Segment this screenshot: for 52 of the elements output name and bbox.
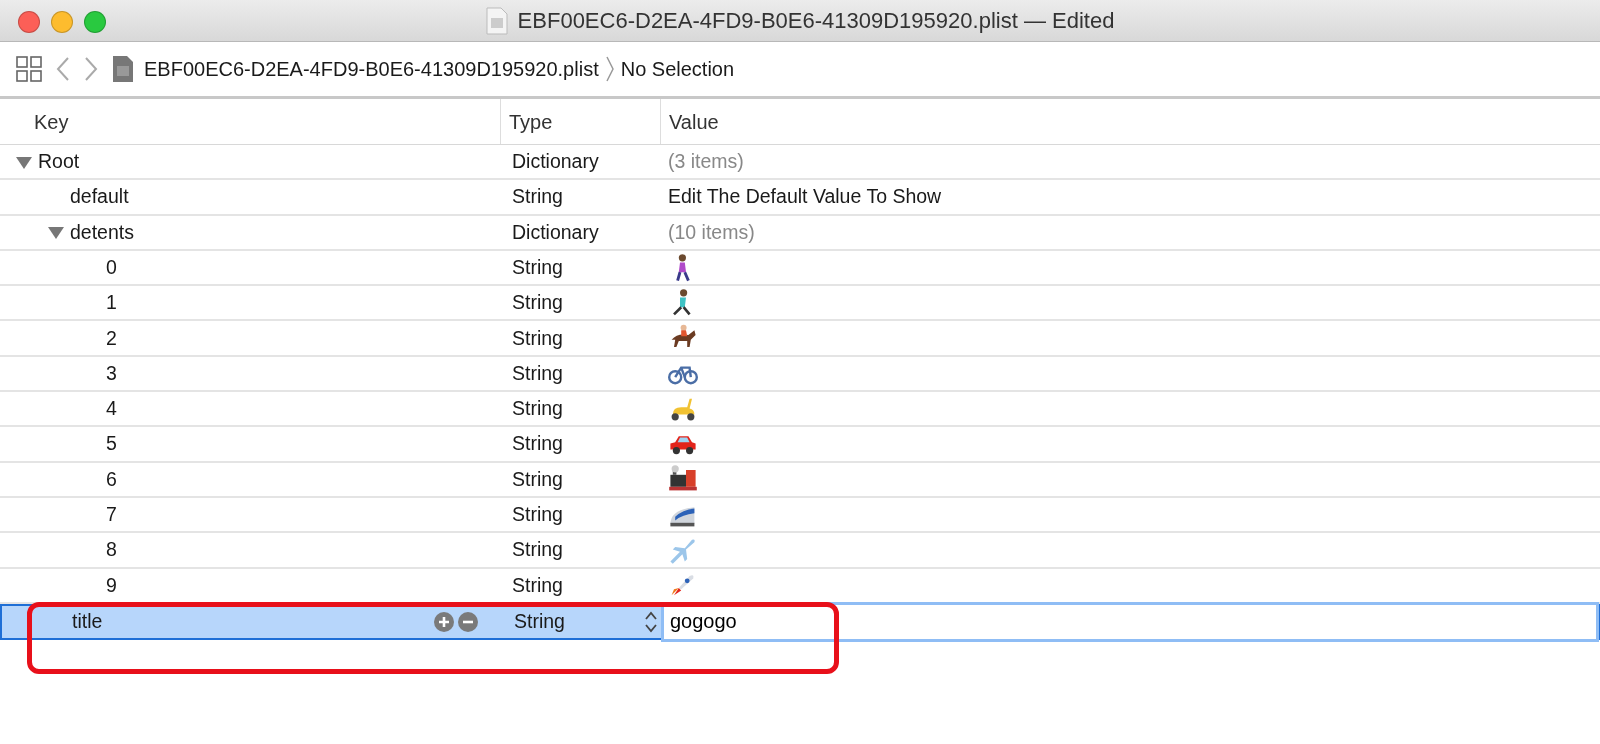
breadcrumb-item[interactable]: EBF00EC6-D2EA-4FD9-B0E6-41309D195920.plist [144,54,599,84]
value-cell-text: (3 items) [668,149,744,174]
zoom-button[interactable] [84,11,106,33]
type-cell-text: Dictionary [512,219,599,245]
selected-row[interactable]: title String gogogo [0,603,1600,640]
add-icon[interactable] [434,611,454,632]
column-header[interactable]: Key [34,106,69,137]
type-cell-text: String [512,325,563,351]
back-icon[interactable] [56,56,70,82]
type-cell-text: Dictionary [512,149,599,174]
key-cell-text: 3 [106,360,117,386]
value-cell-text: (10 items) [668,219,755,245]
type-cell-text: String [512,466,563,492]
key-cell-text: 7 [106,502,117,527]
key-cell-text: default [70,184,129,210]
key-cell-text: 0 [106,254,117,280]
type-cell-text: String [514,609,565,635]
type-cell-text: String [512,290,563,316]
forward-icon[interactable] [84,56,98,82]
close-button[interactable] [18,11,40,33]
type-cell-text: String [512,572,563,598]
grid-icon[interactable] [16,56,42,82]
key-cell-text: 9 [106,572,117,598]
window-title: EBF00EC6-D2EA-4FD9-B0E6-41309D195920.plist — Edited [517,7,1115,35]
key-cell-text: 5 [106,431,117,457]
key-cell-text: 1 [106,290,117,316]
chevron-icon [604,55,615,83]
key-cell-text: 4 [106,396,117,422]
type-cell-text: String [512,360,563,386]
remove-icon[interactable] [458,611,478,632]
type-cell-text: String [512,502,563,527]
key-cell-text: Root [38,149,80,174]
value-cell-text: Edit The Default Value To Show [668,184,942,210]
type-cell-text: String [512,184,563,210]
stepper-icon[interactable] [644,609,658,634]
type-cell-text: String [512,431,563,457]
column-header[interactable]: Type [509,106,553,137]
type-cell-text: String [512,254,563,280]
key-cell-text: 2 [106,325,117,351]
disclosure-triangle[interactable] [14,154,34,169]
key-cell-text: 6 [106,466,117,492]
key-cell-text: 8 [106,537,117,563]
column-header[interactable]: Value [669,106,719,137]
value-field[interactable]: gogogo [664,604,1596,639]
key-cell-text: detents [70,219,134,245]
type-cell-text: String [512,396,563,422]
key-cell-text: title [72,609,103,635]
type-cell-text: String [512,537,563,563]
breadcrumb-item[interactable]: No Selection [620,54,735,84]
disclosure-triangle[interactable] [46,225,66,240]
document-icon [485,6,508,35]
file-icon [112,55,134,83]
